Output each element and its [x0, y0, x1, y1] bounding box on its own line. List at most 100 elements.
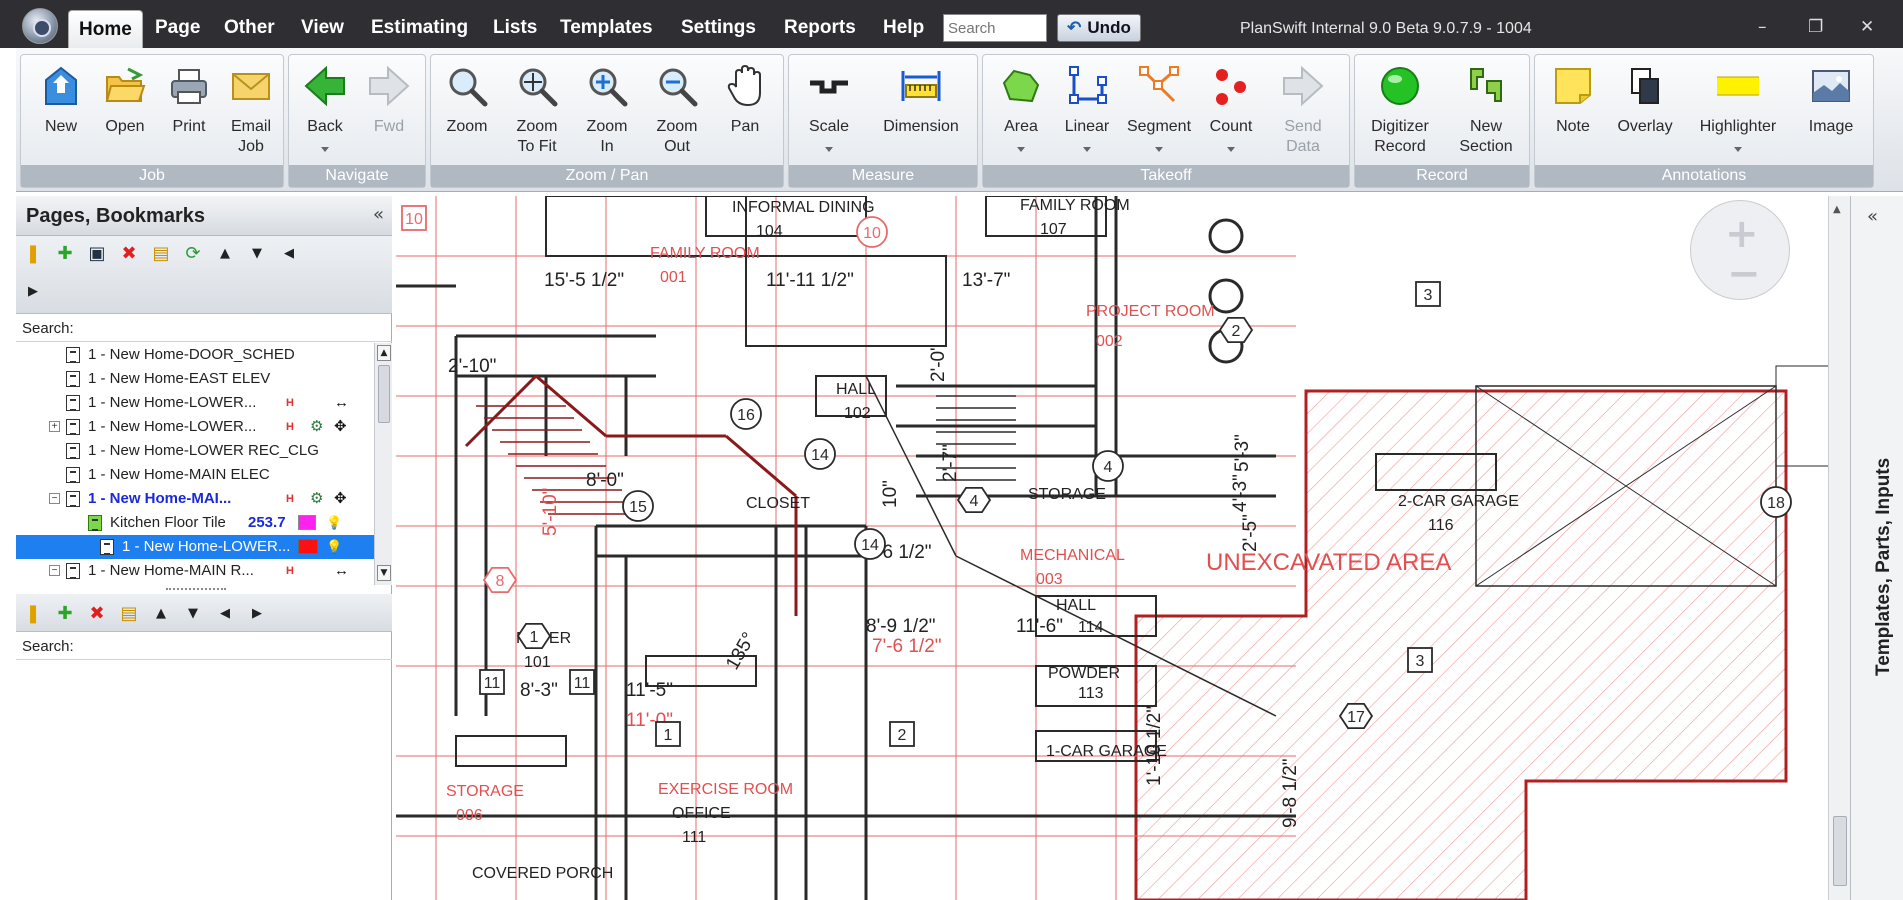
panel-tab-label[interactable]: Templates, Parts, Inputs: [1873, 458, 1895, 676]
add-page-icon[interactable]: ✚: [52, 240, 78, 266]
page-icon: [66, 371, 80, 387]
send-data-button[interactable]: Send Data: [1271, 59, 1335, 169]
print-button[interactable]: Print: [157, 59, 221, 169]
scroll-down-icon[interactable]: ▼: [377, 565, 391, 581]
pages-search-input[interactable]: [90, 318, 386, 340]
zoom-to-fit-button[interactable]: Zoom To Fit: [505, 59, 569, 169]
tree-page-row[interactable]: 1 - New Home-EAST ELEV: [16, 367, 374, 391]
move-down-icon[interactable]: ▼: [180, 600, 206, 626]
zoom-out-button[interactable]: Zoom Out: [645, 59, 709, 169]
tree-page-row[interactable]: 1 - New Home-DOOR_SCHED: [16, 343, 374, 367]
image-button[interactable]: Image: [1799, 59, 1863, 169]
forward-button[interactable]: Fwd: [357, 59, 421, 169]
overlay-button[interactable]: Overlay: [1613, 59, 1677, 169]
folder-icon[interactable]: ▤: [148, 240, 174, 266]
folder-icon[interactable]: ▤: [116, 600, 142, 626]
email-job-button[interactable]: Email Job: [219, 59, 283, 169]
planswift-window: Home Page Other View Estimating Lists Te…: [0, 0, 1903, 900]
tree-takeoff-item[interactable]: Kitchen Floor Tile 253.7 💡: [16, 511, 374, 535]
tree-scrollbar[interactable]: ▲ ▼: [374, 343, 392, 585]
move-up-icon[interactable]: ▲: [212, 240, 238, 266]
zoom-in-button[interactable]: Zoom In: [575, 59, 639, 169]
menu-view[interactable]: View: [301, 14, 344, 42]
move-up-icon[interactable]: ▲: [148, 600, 174, 626]
tree-page-row[interactable]: 1 - New Home-LOWER... H ↔: [16, 391, 374, 415]
zoom-minus-icon[interactable]: −: [1727, 251, 1761, 297]
add-bookmark-icon[interactable]: ✚: [52, 600, 78, 626]
back-button[interactable]: Back: [293, 59, 357, 169]
close-icon[interactable]: ✕: [1860, 18, 1874, 36]
note-button[interactable]: Note: [1541, 59, 1605, 169]
menu-lists[interactable]: Lists: [493, 14, 537, 42]
undo-button[interactable]: ↶ Undo: [1057, 14, 1141, 42]
move-right-icon[interactable]: ▶: [20, 278, 46, 304]
menu-help[interactable]: Help: [883, 14, 924, 42]
move-down-icon[interactable]: ▼: [244, 240, 270, 266]
move-left-icon[interactable]: ◀: [212, 600, 238, 626]
collapse-icon[interactable]: −: [49, 565, 60, 576]
blueprint-canvas[interactable]: INFORMAL DINING 104 FAMILY ROOM 107 FAMILY R…: [396, 196, 1848, 900]
scroll-thumb[interactable]: [378, 365, 390, 423]
refresh-icon[interactable]: ⟳: [180, 240, 206, 266]
scroll-thumb[interactable]: [1833, 816, 1847, 886]
canvas-vertical-scrollbar[interactable]: ▲: [1828, 196, 1850, 900]
menu-estimating[interactable]: Estimating: [371, 14, 468, 42]
count-button[interactable]: Count: [1199, 59, 1263, 169]
move-right-icon[interactable]: ▶: [244, 600, 270, 626]
bookmark-icon[interactable]: ❚: [20, 240, 46, 266]
bookmark-icon[interactable]: ❚: [20, 600, 46, 626]
tree-page-row[interactable]: 1 - New Home-LOWER REC_CLG: [16, 439, 374, 463]
zoom-control[interactable]: + −: [1690, 200, 1790, 300]
tree-page-row[interactable]: − 1 - New Home-MAIN R... H ↔: [16, 559, 374, 583]
menu-other[interactable]: Other: [224, 14, 275, 42]
menu-reports[interactable]: Reports: [784, 14, 856, 42]
templates-parts-inputs-panel[interactable]: « Templates, Parts, Inputs: [1850, 196, 1903, 900]
scale-dropdown-caret-icon[interactable]: [825, 147, 833, 152]
linear-button[interactable]: Linear: [1055, 59, 1119, 169]
menu-templates[interactable]: Templates: [560, 14, 653, 42]
expand-panel-icon[interactable]: «: [1867, 206, 1878, 227]
search-input[interactable]: [943, 14, 1047, 42]
delete-bookmark-icon[interactable]: ✖: [84, 600, 110, 626]
segment-button[interactable]: Segment: [1127, 59, 1191, 169]
digitizer-record-button[interactable]: Digitizer Record: [1365, 59, 1435, 169]
highlighter-dropdown-caret-icon[interactable]: [1734, 147, 1742, 152]
collapse-panel-icon[interactable]: «: [373, 204, 384, 225]
back-dropdown-caret-icon[interactable]: [321, 147, 329, 152]
new-button[interactable]: New: [29, 59, 93, 169]
tree-page-row[interactable]: − 1 - New Home-MAI... H ⚙ ✥: [16, 487, 374, 511]
collapse-icon[interactable]: −: [49, 493, 60, 504]
menu-home[interactable]: Home: [68, 10, 143, 48]
zoom-button[interactable]: Zoom: [435, 59, 499, 169]
tree-page-row[interactable]: 1 - New Home-MAIN ELEC: [16, 463, 374, 487]
page-properties-icon[interactable]: ▣: [84, 240, 110, 266]
open-button[interactable]: Open: [93, 59, 157, 169]
expand-icon[interactable]: +: [49, 421, 60, 432]
digitizer-record-label: Digitizer Record: [1371, 118, 1429, 155]
menu-settings[interactable]: Settings: [681, 14, 756, 42]
delete-page-icon[interactable]: ✖: [116, 240, 142, 266]
scale-button[interactable]: Scale: [797, 59, 861, 169]
minimize-icon[interactable]: –: [1758, 18, 1767, 36]
bookmarks-search-input[interactable]: [90, 636, 386, 658]
tree-page-row[interactable]: 1 - New Home-LOWER... 💡: [16, 535, 374, 559]
new-section-button[interactable]: New Section: [1451, 59, 1521, 169]
move-left-icon[interactable]: ◀: [276, 240, 302, 266]
app-menu-orb-icon[interactable]: [22, 8, 58, 44]
area-label: Area: [1004, 118, 1038, 135]
restore-icon[interactable]: ❐: [1808, 18, 1823, 36]
dimension-button[interactable]: Dimension: [881, 59, 961, 169]
scroll-up-icon[interactable]: ▲: [1833, 204, 1841, 215]
count-dropdown-caret-icon[interactable]: [1227, 147, 1235, 152]
tree-page-row[interactable]: +1 - New Home-LOWER... H ⚙ ✥: [16, 415, 374, 439]
segment-dropdown-caret-icon[interactable]: [1155, 147, 1163, 152]
ribbon-group-annotations: Note Overlay Highlighter Image Annotatio…: [1534, 54, 1874, 188]
highlighter-button[interactable]: Highlighter: [1693, 59, 1783, 169]
pan-button[interactable]: Pan: [713, 59, 777, 169]
scroll-up-icon[interactable]: ▲: [377, 345, 391, 361]
area-dropdown-caret-icon[interactable]: [1017, 147, 1025, 152]
linear-dropdown-caret-icon[interactable]: [1083, 147, 1091, 152]
splitter-grip[interactable]: [166, 588, 226, 591]
menu-page[interactable]: Page: [155, 14, 200, 42]
area-button[interactable]: Area: [989, 59, 1053, 169]
